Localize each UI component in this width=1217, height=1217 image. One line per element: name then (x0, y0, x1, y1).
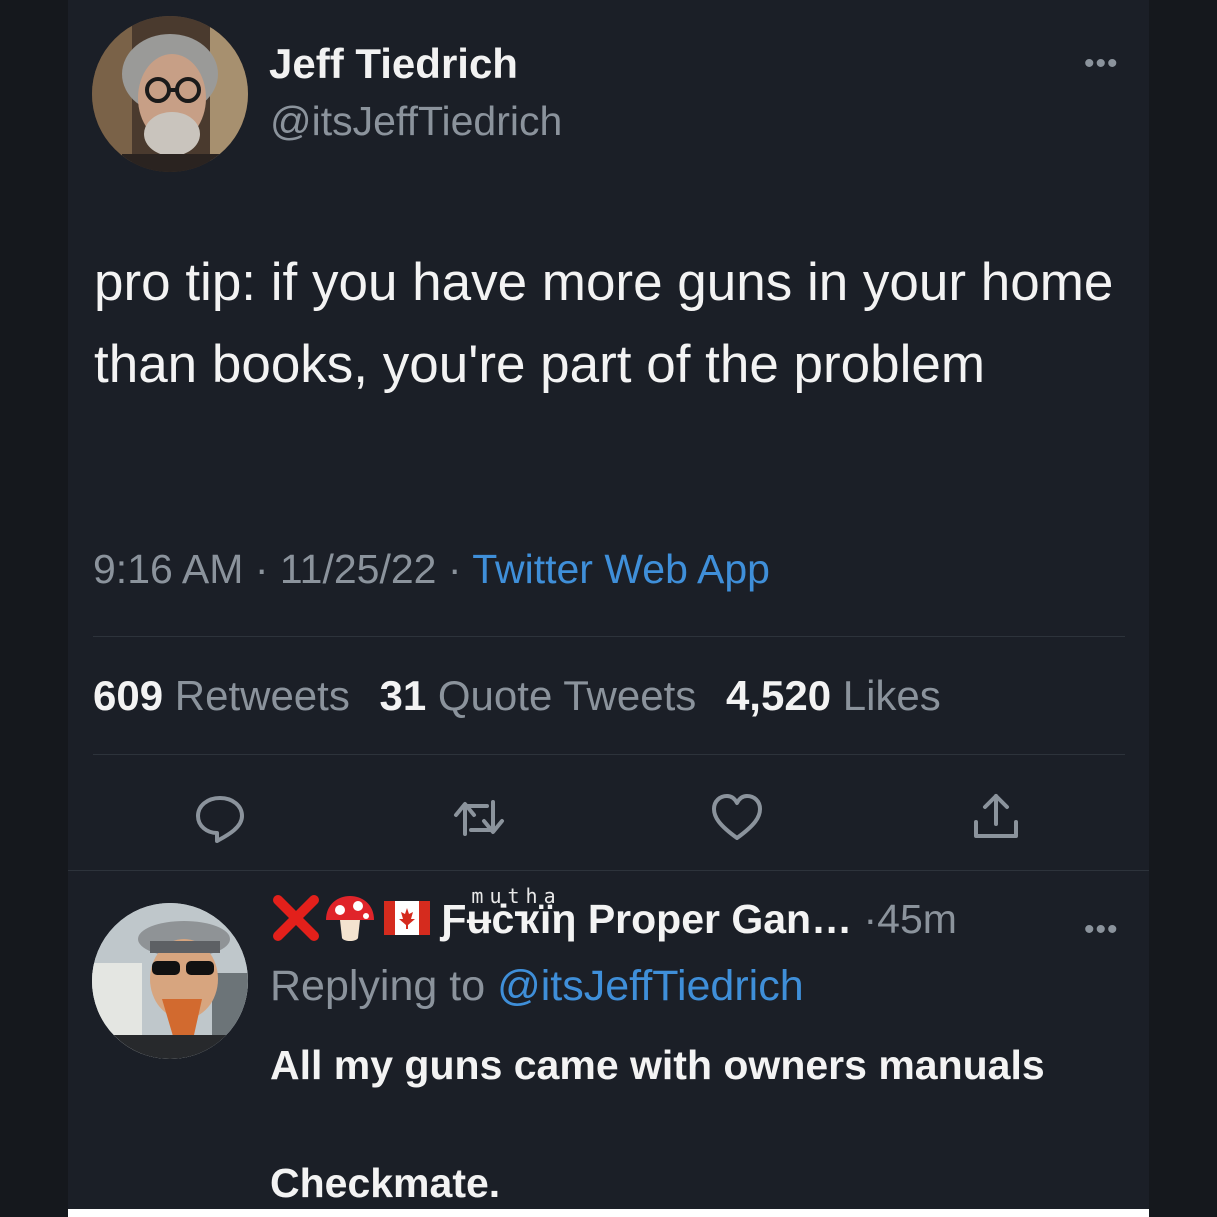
reply-separator: · (863, 896, 878, 942)
retweet-icon (454, 800, 504, 836)
mushroom-icon (326, 896, 374, 942)
divider (93, 754, 1125, 755)
reply-header: mutha Ƒʉċҡїη Proper Gan… ·45m (270, 884, 957, 956)
share-icon (974, 794, 1018, 838)
tweet-date[interactable]: 11/25/22 (280, 546, 437, 592)
share-button[interactable] (968, 790, 1024, 846)
like-button[interactable] (709, 790, 765, 846)
meta-separator: · (254, 546, 269, 592)
author-name[interactable]: Jeff Tiedrich (269, 40, 518, 88)
tweet-source[interactable]: Twitter Web App (472, 546, 770, 592)
reply-time[interactable]: 45m (877, 896, 957, 942)
tweet-text: pro tip: if you have more guns in your h… (94, 253, 1114, 394)
replying-prefix: Replying to (270, 962, 486, 1010)
reply-icon (196, 796, 244, 843)
replying-to: Replying to @itsJeffTiedrich (270, 962, 804, 1011)
canada-flag-icon (384, 901, 430, 936)
like-icon (712, 794, 762, 840)
tweet-stats: 609 Retweets 31 Quote Tweets 4,520 Likes (93, 672, 941, 720)
reply-author-name-superscript: mutha (471, 884, 562, 908)
reply-author-name-styled[interactable]: mutha Ƒʉċҡїη (441, 884, 576, 943)
divider (93, 636, 1125, 637)
cross-mark-icon (273, 895, 319, 942)
author-avatar[interactable] (92, 16, 248, 172)
profile-photo-icon (92, 903, 248, 1059)
reply-more-options-icon[interactable]: ••• (1084, 913, 1119, 947)
quotes-stat[interactable]: 31 Quote Tweets (380, 672, 697, 719)
quotes-label: Quote Tweets (437, 672, 697, 719)
retweets-stat[interactable]: 609 Retweets (93, 672, 350, 719)
tweet-metadata: 9:16 AM · 11/25/22 · Twitter Web App (93, 546, 770, 593)
retweets-label: Retweets (174, 672, 350, 719)
meta-separator: · (447, 546, 462, 592)
reply-author-name[interactable]: Proper Gan… (588, 896, 852, 942)
more-options-icon[interactable]: ••• (1084, 49, 1124, 79)
replying-handle[interactable]: @itsJeffTiedrich (497, 962, 804, 1010)
reply-author-avatar[interactable] (92, 903, 248, 1059)
reply-text: All my guns came with owners manuals Che… (270, 1042, 1045, 1206)
profile-photo-icon (92, 16, 248, 172)
retweets-count: 609 (93, 672, 164, 719)
author-handle[interactable]: @itsJeffTiedrich (270, 98, 562, 145)
likes-stat[interactable]: 4,520 Likes (726, 672, 941, 719)
retweet-button[interactable] (451, 790, 507, 846)
likes-label: Likes (842, 672, 941, 719)
tweet-time[interactable]: 9:16 AM (93, 546, 243, 592)
quotes-count: 31 (379, 672, 427, 719)
likes-count: 4,520 (725, 672, 832, 719)
reply-button[interactable] (192, 790, 248, 846)
divider (68, 870, 1149, 871)
